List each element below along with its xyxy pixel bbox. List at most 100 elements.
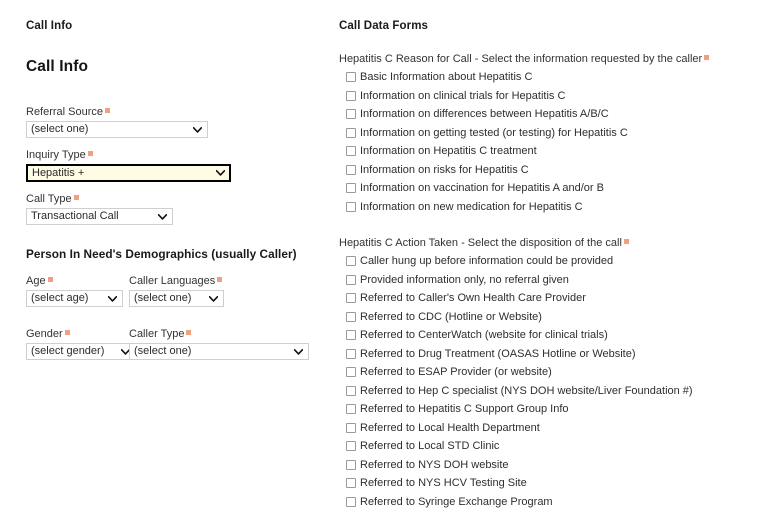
select-value: Transactional Call [31, 210, 119, 222]
checkbox-provided-information-only-no-referral-given[interactable] [346, 274, 356, 285]
checkbox-label: Referred to CenterWatch (website for cli… [360, 329, 608, 341]
select-gender[interactable]: (select gender) [26, 343, 136, 360]
checkbox-row[interactable]: Referred to CDC (Hotline or Website) [339, 309, 769, 328]
checkbox-label: Information on risks for Hepatitis C [360, 163, 529, 176]
checkbox-row[interactable]: Basic Information about Hepatitis C [339, 69, 769, 88]
checkbox-row[interactable]: Referred to Hep C specialist (NYS DOH we… [339, 383, 769, 402]
required-marker [186, 330, 192, 335]
checkbox-row[interactable]: Referred to NYS HCV Testing Site [339, 475, 769, 494]
demographics-row: Age (select age) Caller Languages (select o… [26, 275, 326, 318]
checkbox-row[interactable]: Referred to Syringe Exchange Program [339, 494, 769, 513]
checkbox-referred-to-local-std-clinic[interactable] [346, 441, 356, 451]
required-marker [64, 330, 70, 335]
checkbox-label: Information on Hepatitis C treatment [360, 145, 537, 157]
checkbox-label: Information on differences between Hepat… [360, 108, 609, 120]
checkbox-row[interactable]: Referred to Caller's Own Health Care Pro… [339, 290, 769, 309]
checkbox-label: Referred to Local STD Clinic [360, 440, 500, 452]
checkbox-referred-to-nys-hcv-testing-site[interactable] [346, 478, 356, 488]
breadcrumb: Call Info [26, 20, 73, 32]
checkbox-row[interactable]: Referred to Hepatitis C Support Group In… [339, 401, 769, 420]
call-data-forms-column: Call Data Forms Hepatitis C Reason for C… [339, 20, 769, 512]
checkbox-referred-to-centerwatch-website-for-clinical[interactable] [346, 330, 356, 340]
checkbox-row[interactable]: Referred to NYS DOH website [339, 457, 769, 476]
checkbox-information-on-clinical-trials-for-hepatitis[interactable] [346, 90, 356, 101]
checkbox-list-1: Caller hung up before information could … [339, 253, 769, 512]
demographics-section-title: Person In Need's Demographics (usually C… [26, 247, 297, 261]
field-referral-source: Referral Source (select one) [26, 106, 326, 138]
checkbox-row[interactable]: Referred to CenterWatch (website for cli… [339, 327, 769, 346]
checkbox-label: Referred to ESAP Provider (or website) [360, 366, 552, 378]
select-caller-type[interactable]: (select one) [129, 343, 309, 360]
group-heading-text: Hepatitis C Reason for Call - Select the… [339, 53, 703, 65]
select-inquiry-type[interactable]: Hepatitis + [26, 164, 231, 182]
checkbox-label: Referred to Hep C specialist (NYS DOH we… [360, 384, 693, 397]
chevron-down-icon [108, 291, 117, 306]
checkbox-referred-to-cdc-hotline-or-website[interactable] [346, 311, 356, 322]
checkbox-row[interactable]: Referred to Local Health Department [339, 420, 769, 439]
select-value: Hepatitis + [32, 167, 85, 179]
field-label-referral-source: Referral Source [26, 106, 326, 119]
checkbox-label: Referred to NYS DOH website [360, 458, 509, 471]
chevron-down-icon [158, 209, 167, 224]
label-text: Call Type [26, 193, 72, 205]
checkbox-referred-to-syringe-exchange-program[interactable] [346, 496, 356, 507]
checkbox-row[interactable]: Information on getting tested (or testin… [339, 125, 769, 144]
checkbox-referred-to-hep-c-specialist-nys-doh-website[interactable] [346, 385, 356, 396]
checkbox-information-on-getting-tested-or-testing-for[interactable] [346, 127, 356, 138]
checkbox-row[interactable]: Information on vaccination for Hepatitis… [339, 180, 769, 199]
checkbox-information-on-risks-for-hepatitis-c[interactable] [346, 164, 356, 175]
select-age[interactable]: (select age) [26, 290, 123, 307]
checkbox-information-on-hepatitis-c-treatment[interactable] [346, 146, 356, 156]
checkbox-label: Referred to Syringe Exchange Program [360, 495, 553, 508]
select-call-type[interactable]: Transactional Call [26, 208, 173, 225]
checkbox-row[interactable]: Referred to Local STD Clinic [339, 438, 769, 457]
chevron-down-icon [294, 344, 303, 359]
page-title: Call Info [26, 58, 89, 75]
call-info-column: Call Info Call Info Referral Source (sele… [26, 20, 326, 381]
checkbox-label: Information on vaccination for Hepatitis… [360, 182, 604, 194]
checkbox-referred-to-drug-treatment-oasas-hotline-or-[interactable] [346, 348, 356, 359]
checkbox-row[interactable]: Information on Hepatitis C treatment [339, 143, 769, 162]
checkbox-label: Caller hung up before information could … [360, 255, 614, 267]
checkbox-row[interactable]: Information on risks for Hepatitis C [339, 162, 769, 181]
field-label-caller-type: Caller Type [129, 328, 309, 341]
checkbox-row[interactable]: Referred to ESAP Provider (or website) [339, 364, 769, 383]
checkbox-label: Information on new medication for Hepati… [360, 200, 583, 213]
select-referral-source[interactable]: (select one) [26, 121, 208, 138]
select-value: (select one) [134, 345, 192, 357]
checkbox-information-on-new-medication-for-hepatitis-[interactable] [346, 201, 356, 212]
field-caller-type: Caller Type (select one) [129, 328, 309, 360]
checkbox-label: Referred to Hepatitis C Support Group In… [360, 403, 569, 415]
checkbox-label: Referred to Local Health Department [360, 421, 540, 434]
checkbox-basic-information-about-hepatitis-c[interactable] [346, 72, 356, 82]
checkbox-information-on-vaccination-for-hepatitis-a-a[interactable] [346, 183, 356, 193]
checkbox-referred-to-caller-s-own-health-care-provide[interactable] [346, 293, 356, 303]
demographics-cell: Gender (select gender) [26, 328, 136, 371]
checkbox-label: Referred to NYS HCV Testing Site [360, 477, 527, 489]
checkbox-row[interactable]: Provided information only, no referral g… [339, 272, 769, 291]
checkbox-row[interactable]: Information on clinical trials for Hepat… [339, 88, 769, 107]
checkbox-row[interactable]: Caller hung up before information could … [339, 253, 769, 272]
chevron-down-icon [209, 291, 218, 306]
label-text: Inquiry Type [26, 149, 86, 161]
checkbox-referred-to-nys-doh-website[interactable] [346, 459, 356, 470]
select-caller-languages[interactable]: (select one) [129, 290, 224, 307]
checkbox-referred-to-hepatitis-c-support-group-info[interactable] [346, 404, 356, 414]
form-page: Call Info Call Info Referral Source (sele… [0, 0, 780, 518]
field-inquiry-type: Inquiry Type Hepatitis + [26, 149, 326, 182]
field-label-call-type: Call Type [26, 193, 326, 206]
checkbox-caller-hung-up-before-information-could-be-p[interactable] [346, 256, 356, 266]
checkbox-information-on-differences-between-hepatitis[interactable] [346, 109, 356, 119]
checkbox-row[interactable]: Information on differences between Hepat… [339, 106, 769, 125]
field-label-age: Age [26, 275, 129, 288]
chevron-down-icon [193, 122, 202, 137]
checkbox-referred-to-esap-provider-or-website[interactable] [346, 367, 356, 377]
select-value: (select one) [31, 123, 89, 135]
checkbox-row[interactable]: Information on new medication for Hepati… [339, 199, 769, 218]
checkbox-label: Information on getting tested (or testin… [360, 126, 628, 139]
field-label-inquiry-type: Inquiry Type [26, 149, 326, 162]
required-marker [87, 151, 93, 156]
group-heading-0: Hepatitis C Reason for Call - Select the… [339, 52, 769, 66]
checkbox-referred-to-local-health-department[interactable] [346, 422, 356, 433]
checkbox-row[interactable]: Referred to Drug Treatment (OASAS Hotlin… [339, 346, 769, 365]
